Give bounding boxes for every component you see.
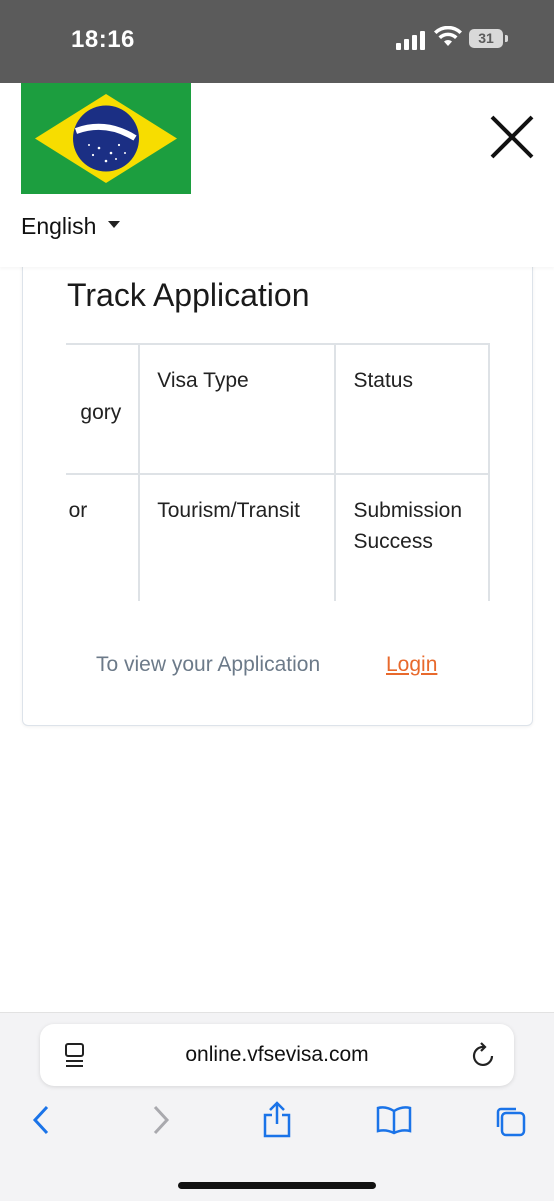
login-link[interactable]: Login [386, 653, 437, 677]
cell-status: Submission Success [334, 473, 490, 601]
battery-icon: 31 [469, 29, 503, 48]
language-select[interactable]: English [21, 213, 121, 240]
cell-category: or [66, 473, 141, 601]
forward-icon[interactable] [150, 1103, 172, 1137]
application-table: gory Visa Type Status or Tourism/Transit… [66, 343, 490, 601]
cellular-signal-icon [396, 28, 426, 50]
url-text: online.vfsevisa.com [185, 1043, 369, 1066]
bookmarks-icon[interactable] [376, 1105, 412, 1135]
track-application-card: Track Application gory Visa Type Status … [22, 248, 533, 726]
home-indicator [178, 1182, 376, 1189]
close-menu-button[interactable] [486, 111, 538, 163]
reload-icon[interactable] [471, 1041, 497, 1069]
wifi-icon [434, 26, 462, 46]
application-table-scroll[interactable]: gory Visa Type Status or Tourism/Transit… [66, 343, 490, 601]
column-header-category: gory [66, 343, 141, 475]
status-bar: 18:16 31 [0, 0, 554, 83]
cell-visa-type: Tourism/Transit [138, 473, 337, 601]
column-header-visa-type: Visa Type [138, 343, 337, 475]
tabs-icon[interactable] [494, 1105, 528, 1139]
table-header-row: gory Visa Type Status [66, 343, 490, 475]
back-icon[interactable] [30, 1103, 52, 1137]
address-bar[interactable]: online.vfsevisa.com [40, 1024, 514, 1086]
column-header-status: Status [334, 343, 490, 475]
status-time: 18:16 [71, 26, 135, 53]
language-label: English [21, 213, 97, 239]
view-application-text: To view your Application [96, 653, 321, 676]
share-icon[interactable] [262, 1099, 292, 1139]
site-header: English [0, 83, 554, 267]
caret-down-icon [108, 221, 121, 229]
browser-toolbar: online.vfsevisa.com [0, 1012, 554, 1201]
table-row: or Tourism/Transit Submission Success [66, 473, 490, 601]
battery-tip [505, 35, 508, 42]
brazil-flag-logo [21, 83, 191, 194]
page-title: Track Application [67, 277, 310, 313]
